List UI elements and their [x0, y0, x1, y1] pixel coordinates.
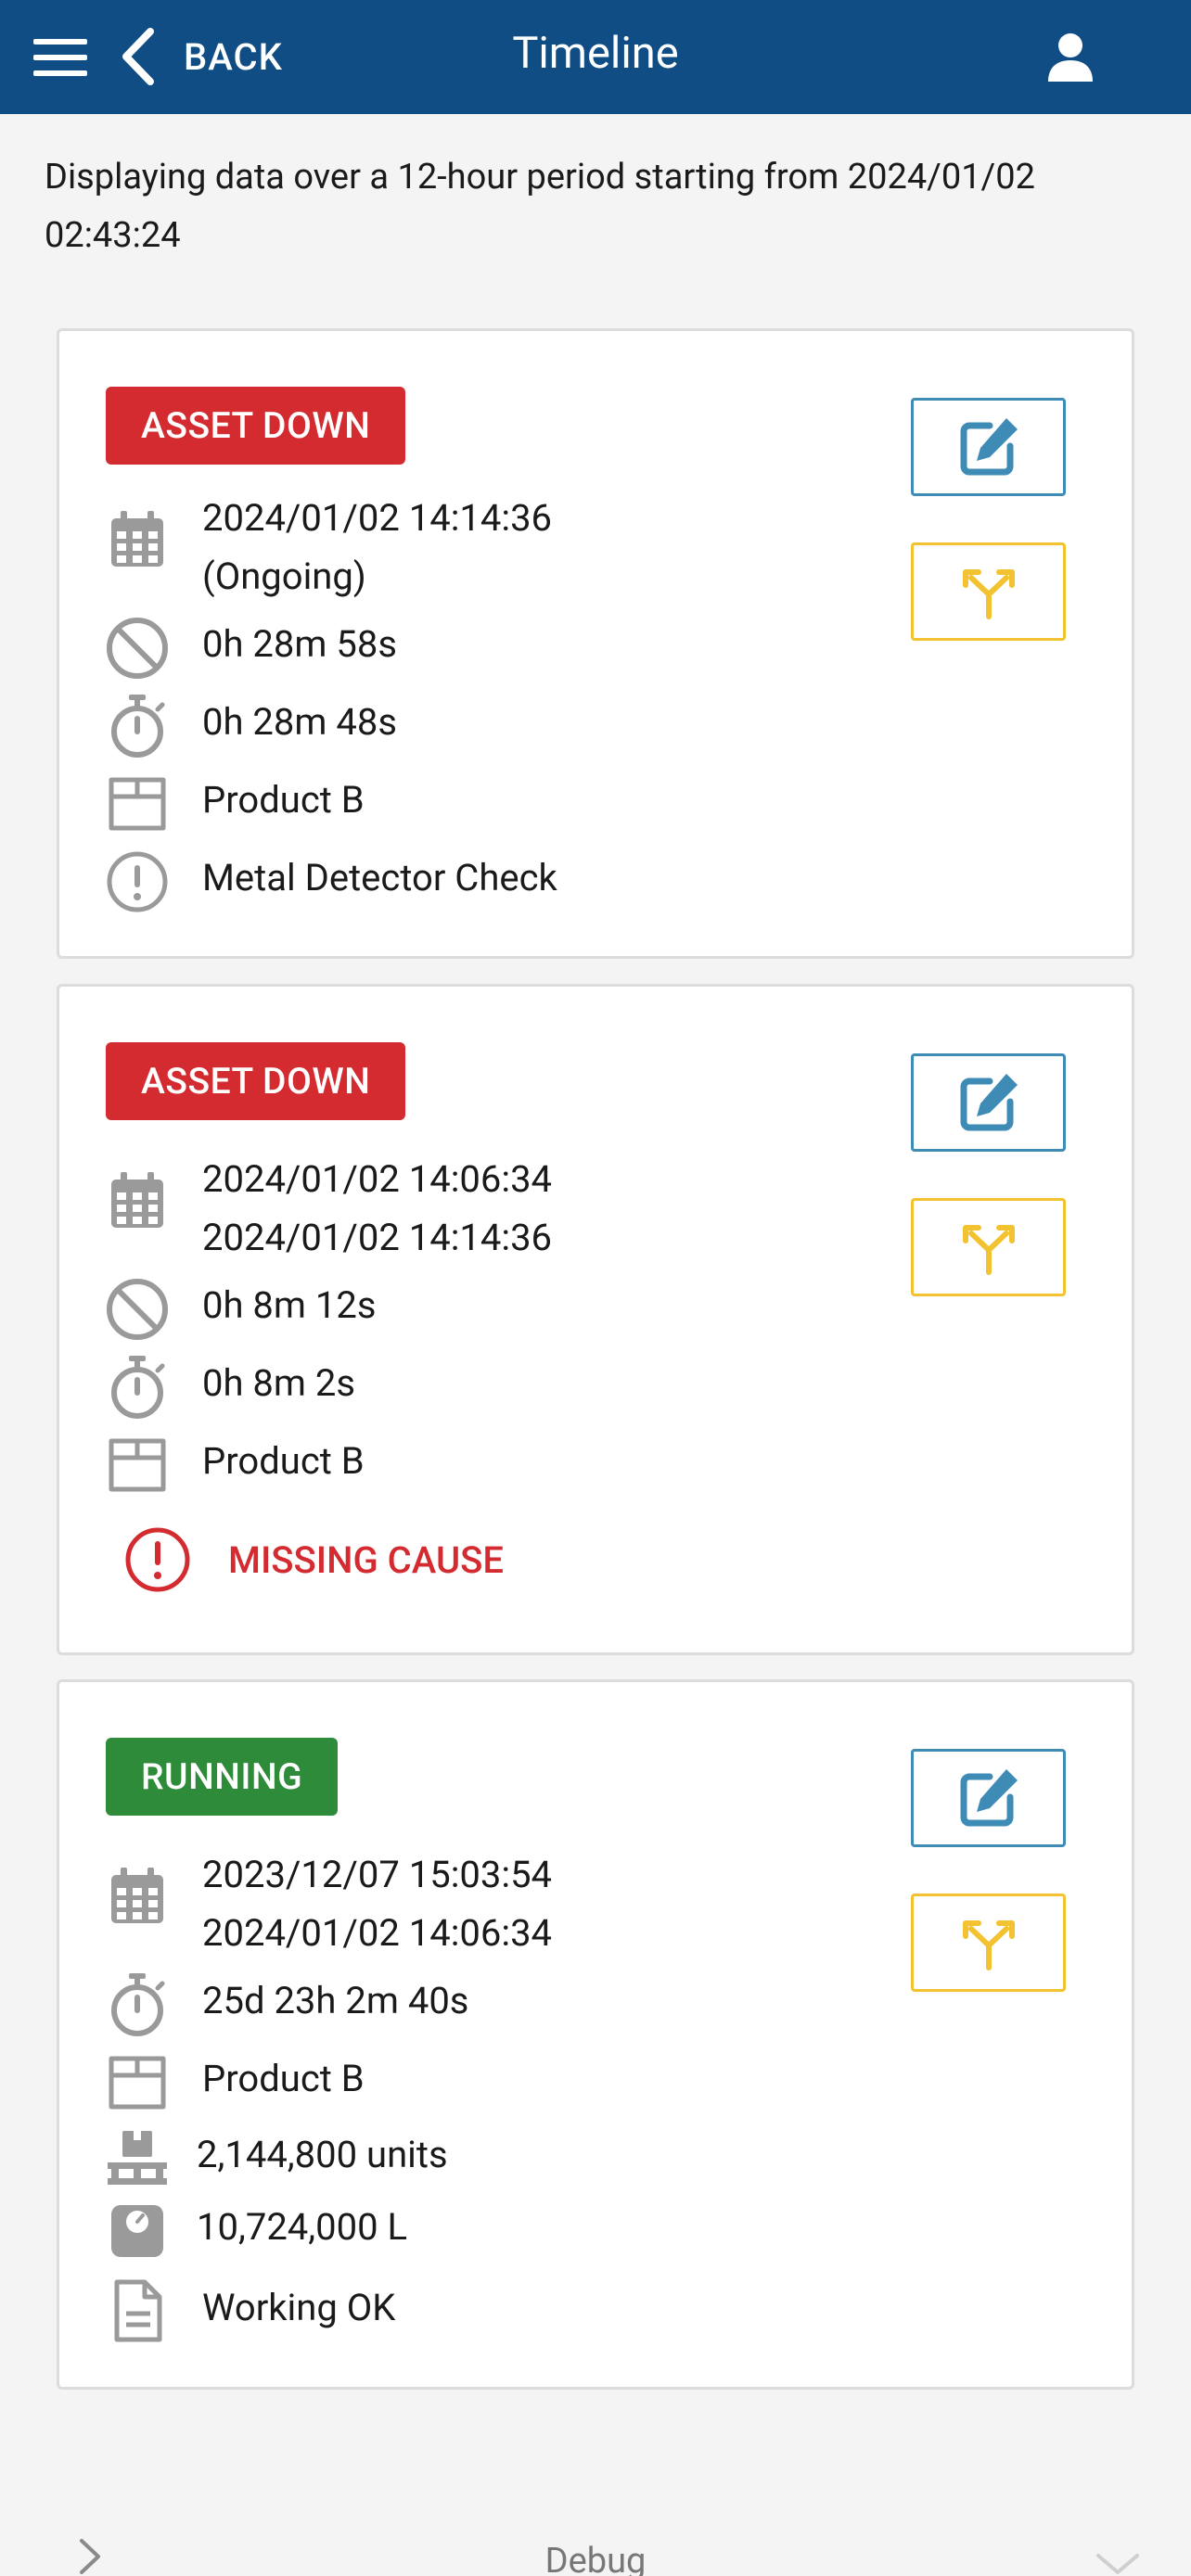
end-time: 2024/01/02 14:14:36	[202, 1216, 553, 1259]
downtime-row: 0h 8m 12s	[104, 1276, 377, 1343]
status-badge: RUNNING	[106, 1738, 339, 1816]
split-icon	[962, 1920, 1015, 1970]
split-event-button[interactable]	[911, 542, 1066, 641]
downtime-value: 0h 28m 58s	[202, 622, 397, 666]
downtime-value: 0h 8m 12s	[202, 1283, 377, 1327]
box-icon	[104, 1432, 171, 1498]
missing-cause-link[interactable]: MISSING CAUSE	[122, 1524, 504, 1595]
chevron-left-icon	[122, 28, 154, 85]
alert-circle-icon	[125, 1527, 190, 1592]
edit-event-button[interactable]	[911, 1749, 1066, 1847]
hamburger-menu-icon[interactable]	[33, 39, 87, 76]
debug-bar: Debug	[0, 2504, 1191, 2576]
product-row: Product B	[104, 1432, 365, 1498]
units-row: 2,144,800 units	[104, 2125, 448, 2192]
edit-event-button[interactable]	[911, 398, 1066, 496]
timeline-event-card: RUNNING 2023/12/07 15:03:54 2024/01/02 1…	[57, 1679, 1134, 2390]
product-name: Product B	[202, 1439, 365, 1483]
date-range-row: 2023/12/07 15:03:54 2024/01/02 14:06:34	[104, 1845, 552, 1962]
back-label: BACK	[184, 34, 283, 79]
end-time: (Ongoing)	[202, 555, 366, 598]
downtime-row: 0h 28m 58s	[104, 615, 397, 682]
stopwatch-icon	[104, 1971, 171, 2038]
missing-cause-label: MISSING CAUSE	[228, 1537, 504, 1582]
calendar-icon	[104, 507, 171, 574]
volume-row: 10,724,000 L	[104, 2198, 407, 2264]
document-icon	[104, 2278, 171, 2345]
product-row: Product B	[104, 2049, 365, 2116]
box-icon	[104, 771, 171, 837]
date-range-row: 2024/01/02 14:06:34 2024/01/02 14:14:36	[104, 1150, 552, 1267]
duration-value: 25d 23h 2m 40s	[202, 1979, 469, 2022]
date-range-row: 2024/01/02 14:14:36 (Ongoing)	[104, 489, 552, 606]
stopwatch-icon	[104, 1354, 171, 1421]
user-icon[interactable]	[1044, 32, 1096, 83]
calendar-icon	[104, 1864, 171, 1931]
timeline-event-card: ASSET DOWN 2024/01/02 14:14:36 (Ongoing)…	[57, 328, 1134, 959]
status-badge: ASSET DOWN	[106, 1042, 406, 1120]
no-entry-icon	[104, 1276, 171, 1343]
product-name: Product B	[202, 2057, 365, 2100]
volume-value: 10,724,000 L	[197, 2205, 408, 2249]
duration-row: 0h 8m 2s	[104, 1354, 355, 1421]
split-icon	[962, 1225, 1015, 1275]
duration-row: 0h 28m 48s	[104, 693, 397, 759]
scale-icon	[104, 2198, 171, 2264]
duration-value: 0h 28m 48s	[202, 700, 397, 744]
units-value: 2,144,800 units	[197, 2133, 448, 2176]
note-value: Working OK	[202, 2286, 396, 2329]
duration-row: 25d 23h 2m 40s	[104, 1971, 468, 2038]
pallet-icon	[104, 2125, 171, 2192]
split-event-button[interactable]	[911, 1894, 1066, 1992]
product-name: Product B	[202, 778, 365, 822]
product-row: Product B	[104, 771, 365, 837]
edit-event-button[interactable]	[911, 1053, 1066, 1152]
split-icon	[962, 569, 1015, 619]
split-event-button[interactable]	[911, 1198, 1066, 1296]
start-time: 2024/01/02 14:14:36	[202, 496, 553, 540]
period-description: Displaying data over a 12-hour period st…	[45, 157, 1035, 256]
start-time: 2024/01/02 14:06:34	[202, 1157, 553, 1201]
cause-value: Metal Detector Check	[202, 856, 557, 899]
edit-icon	[960, 418, 1018, 476]
app-header: BACK Timeline	[0, 0, 1191, 114]
no-entry-icon	[104, 615, 171, 682]
box-icon	[104, 2049, 171, 2116]
end-time: 2024/01/02 14:06:34	[202, 1911, 553, 1955]
debug-label[interactable]: Debug	[0, 2541, 1191, 2576]
note-row: Working OK	[104, 2278, 395, 2345]
status-badge: ASSET DOWN	[106, 387, 406, 465]
cause-row: Metal Detector Check	[104, 848, 557, 915]
edit-icon	[960, 1074, 1018, 1131]
timeline-event-card: ASSET DOWN 2024/01/02 14:06:34 2024/01/0…	[57, 984, 1134, 1655]
duration-value: 0h 8m 2s	[202, 1361, 356, 1405]
stopwatch-icon	[104, 693, 171, 759]
edit-icon	[960, 1769, 1018, 1827]
chevron-down-icon[interactable]	[1095, 2552, 1141, 2576]
calendar-icon	[104, 1168, 171, 1235]
start-time: 2023/12/07 15:03:54	[202, 1853, 553, 1896]
alert-circle-icon	[104, 848, 171, 915]
back-button[interactable]: BACK	[117, 26, 283, 87]
